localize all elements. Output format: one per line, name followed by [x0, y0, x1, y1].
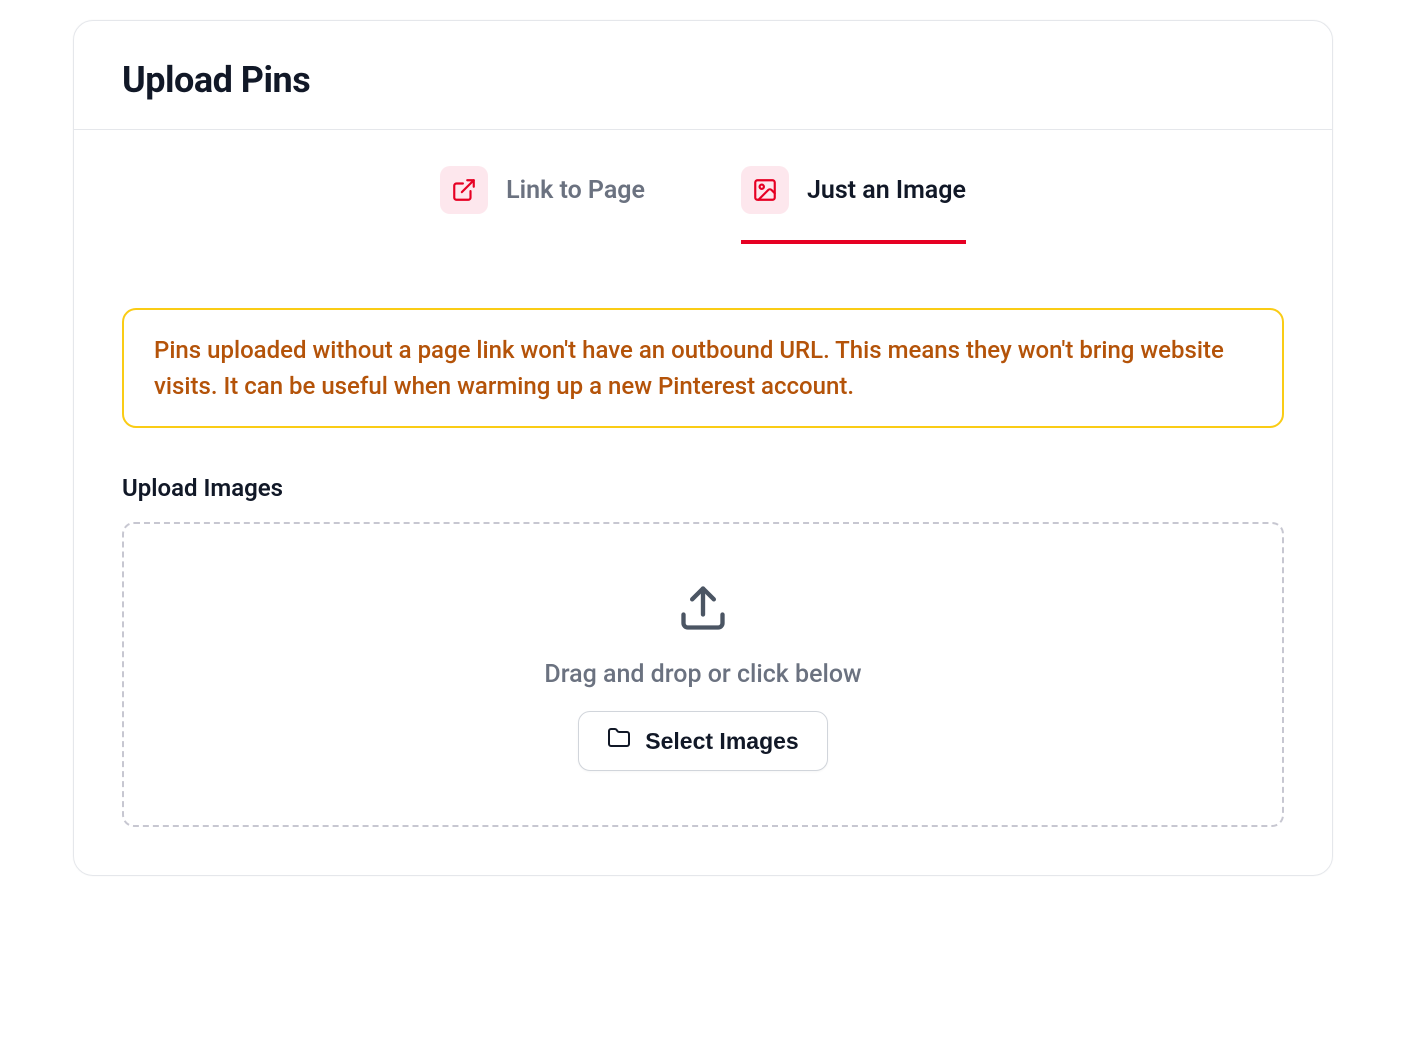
button-label: Select Images: [645, 728, 798, 755]
image-icon: [741, 166, 789, 214]
tab-bar: Link to Page Just an Image: [74, 130, 1332, 244]
tab-link-to-page[interactable]: Link to Page: [440, 166, 645, 244]
image-dropzone[interactable]: Drag and drop or click below Select Imag…: [122, 522, 1284, 827]
warning-alert: Pins uploaded without a page link won't …: [122, 308, 1284, 428]
section-label: Upload Images: [122, 474, 1284, 502]
alert-text: Pins uploaded without a page link won't …: [154, 332, 1252, 404]
card-body: Pins uploaded without a page link won't …: [74, 244, 1332, 875]
folder-icon: [607, 726, 631, 756]
tab-label: Link to Page: [506, 176, 645, 205]
page-title: Upload Pins: [122, 59, 1284, 101]
upload-section: Upload Images Drag and drop or click bel…: [122, 474, 1284, 827]
drop-instruction-text: Drag and drop or click below: [544, 660, 861, 689]
tab-label: Just an Image: [807, 176, 966, 205]
upload-pins-card: Upload Pins Link to Page Just an Ima: [73, 20, 1333, 876]
external-link-icon: [440, 166, 488, 214]
upload-icon: [677, 582, 729, 638]
select-images-button[interactable]: Select Images: [578, 711, 827, 771]
card-header: Upload Pins: [74, 21, 1332, 130]
tab-just-an-image[interactable]: Just an Image: [741, 166, 966, 244]
